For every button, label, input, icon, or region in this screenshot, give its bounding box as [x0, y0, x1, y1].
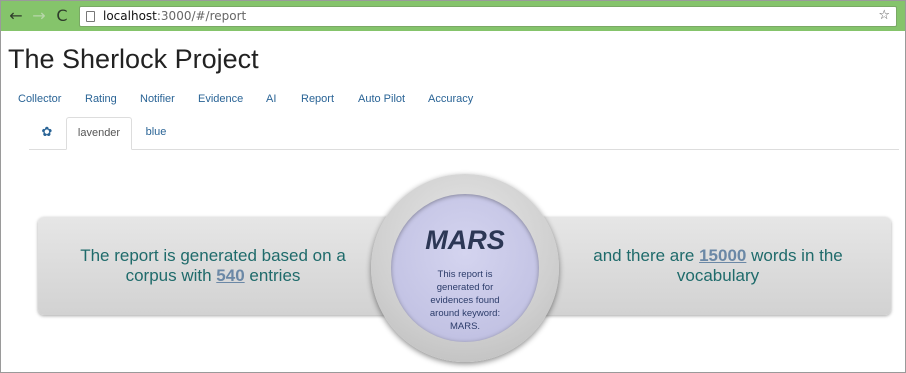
entries-count: 540: [216, 266, 245, 285]
nav-notifier[interactable]: Notifier: [140, 93, 175, 105]
nav-ai[interactable]: AI: [266, 93, 276, 105]
nav-accuracy[interactable]: Accuracy: [428, 93, 473, 105]
url-text: localhost:3000/#/report: [103, 9, 247, 23]
arrow-left-icon[interactable]: ←: [7, 6, 25, 26]
nav-evidence[interactable]: Evidence: [198, 93, 243, 105]
keyword-tabs: ✿ lavender blue: [29, 117, 899, 150]
reload-icon[interactable]: C: [53, 6, 71, 26]
tab-lavender[interactable]: lavender: [66, 117, 132, 150]
window: ← → C localhost:3000/#/report ☆ The Sher…: [0, 0, 906, 373]
keyword-badge-inner: MARS This report is generated for eviden…: [391, 194, 539, 342]
corpus-summary: The report is generated based on a corpu…: [80, 246, 346, 285]
browser-toolbar: ← → C localhost:3000/#/report ☆: [1, 1, 905, 31]
nav-report[interactable]: Report: [301, 93, 334, 105]
vocabulary-summary: and there are 15000 words in the vocabul…: [593, 246, 843, 285]
tab-blue[interactable]: blue: [133, 117, 179, 148]
arrow-right-icon[interactable]: →: [30, 6, 48, 26]
nav-auto-pilot[interactable]: Auto Pilot: [358, 93, 405, 105]
address-bar[interactable]: localhost:3000/#/report ☆: [79, 6, 897, 27]
page-icon: [86, 11, 95, 22]
gear-icon: ✿: [41, 125, 53, 140]
keyword-description: This report is generated for evidences f…: [429, 269, 501, 332]
keyword-title: MARS: [425, 225, 505, 255]
words-count: 15000: [699, 246, 747, 265]
nav-rating[interactable]: Rating: [85, 93, 117, 105]
tab-settings[interactable]: ✿: [29, 117, 65, 148]
keyword-badge: MARS This report is generated for eviden…: [371, 174, 559, 362]
star-icon[interactable]: ☆: [878, 8, 890, 23]
page-title: The Sherlock Project: [8, 44, 259, 74]
nav-collector[interactable]: Collector: [18, 93, 61, 105]
